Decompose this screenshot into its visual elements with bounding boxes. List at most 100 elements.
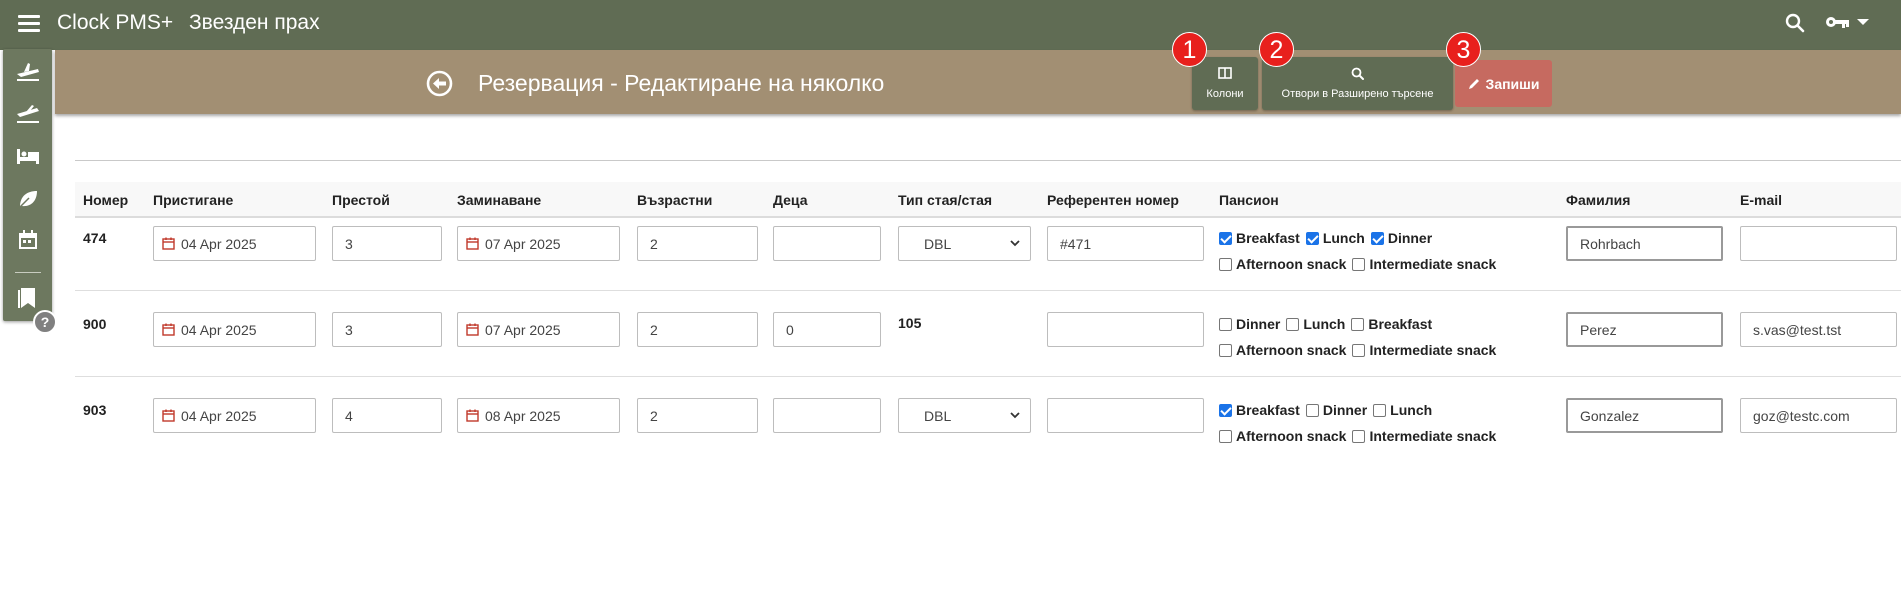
departure-date-field[interactable]: 07 Apr 2025: [457, 226, 620, 261]
email-field[interactable]: goz@testc.com: [1740, 398, 1897, 433]
stay-field[interactable]: 4: [332, 398, 442, 433]
board-checkbox[interactable]: [1219, 403, 1232, 417]
board-option-label: Afternoon snack: [1236, 256, 1347, 272]
departure-date-field[interactable]: 08 Apr 2025: [457, 398, 620, 433]
columns-button[interactable]: Колони: [1192, 57, 1258, 110]
arrival-date-value: 04 Apr 2025: [181, 235, 257, 252]
stay-value: 3: [345, 321, 353, 338]
column-header-reference[interactable]: Референтен номер: [1047, 192, 1179, 208]
board-checkbox[interactable]: [1370, 231, 1384, 245]
board-option[interactable]: Breakfast: [1219, 230, 1300, 246]
board-option[interactable]: Afternoon snack: [1219, 428, 1346, 444]
column-header-departure[interactable]: Заминаване: [457, 192, 541, 208]
surname-value: Perez: [1580, 321, 1617, 338]
email-field[interactable]: s.vas@test.tst: [1740, 312, 1897, 347]
column-header-number[interactable]: Номер: [83, 192, 128, 208]
reference-field[interactable]: [1047, 398, 1204, 433]
board-checkbox[interactable]: [1305, 231, 1319, 245]
room-type-select[interactable]: DBL: [898, 226, 1031, 261]
bed-icon[interactable]: [15, 146, 41, 170]
advanced-search-button[interactable]: Отвори в Разширено търсене: [1262, 57, 1453, 110]
board-option[interactable]: Lunch: [1286, 316, 1345, 332]
board-options: Afternoon snack Intermediate snack: [1219, 428, 1502, 444]
board-checkbox[interactable]: [1286, 317, 1300, 331]
room-type-select[interactable]: DBL: [898, 398, 1031, 433]
board-option-label: Dinner: [1236, 316, 1281, 332]
help-icon[interactable]: ?: [33, 310, 57, 334]
board-checkbox[interactable]: [1219, 231, 1232, 245]
departure-date-value: 08 Apr 2025: [485, 407, 561, 424]
save-button[interactable]: Запиши: [1455, 60, 1552, 107]
departures-icon[interactable]: [15, 102, 41, 126]
board-option[interactable]: Dinner: [1305, 402, 1367, 418]
board-checkbox[interactable]: [1351, 317, 1365, 331]
hamburger-menu-icon[interactable]: [18, 15, 40, 33]
hotel-name[interactable]: Звезден прах: [189, 11, 320, 35]
surname-field[interactable]: Rohrbach: [1566, 226, 1723, 261]
children-field[interactable]: 0: [773, 312, 881, 347]
reference-field[interactable]: [1047, 312, 1204, 347]
board-option[interactable]: Intermediate snack: [1352, 256, 1496, 272]
board-option[interactable]: Dinner: [1219, 316, 1280, 332]
board-option[interactable]: Intermediate snack: [1352, 428, 1496, 444]
board-checkbox[interactable]: [1373, 403, 1387, 417]
board-checkbox[interactable]: [1219, 257, 1232, 271]
column-header-arrival[interactable]: Пристигане: [153, 192, 233, 208]
bookmark-icon[interactable]: [15, 286, 41, 310]
column-header-room-type[interactable]: Тип стая/стая: [898, 192, 992, 208]
board-checkbox[interactable]: [1219, 429, 1232, 443]
board-option[interactable]: Lunch: [1305, 230, 1365, 246]
arrival-date-field[interactable]: 04 Apr 2025: [153, 226, 316, 261]
stay-field[interactable]: 3: [332, 226, 442, 261]
column-header-adults[interactable]: Възрастни: [637, 192, 712, 208]
column-header-stay[interactable]: Престой: [332, 192, 390, 208]
stay-field[interactable]: 3: [332, 312, 442, 347]
board-options: Breakfast Lunch Dinner: [1219, 230, 1438, 246]
board-options: Afternoon snack Intermediate snack: [1219, 256, 1502, 272]
adults-field[interactable]: 2: [637, 226, 758, 261]
arrivals-icon[interactable]: [15, 60, 41, 84]
room-type-value: DBL: [924, 235, 952, 252]
children-field[interactable]: [773, 398, 881, 433]
board-option[interactable]: Lunch: [1373, 402, 1432, 418]
adults-field[interactable]: 2: [637, 398, 758, 433]
column-header-board[interactable]: Пансион: [1219, 192, 1279, 208]
board-option[interactable]: Breakfast: [1219, 402, 1300, 418]
back-arrow-circle-icon[interactable]: [426, 70, 453, 102]
surname-field[interactable]: Perez: [1566, 312, 1723, 347]
chevron-down-icon: [1857, 19, 1869, 25]
calendar-icon: [162, 323, 175, 336]
calendar-icon[interactable]: [15, 229, 41, 253]
board-option[interactable]: Afternoon snack: [1219, 256, 1346, 272]
adults-field[interactable]: 2: [637, 312, 758, 347]
surname-field[interactable]: Gonzalez: [1566, 398, 1723, 433]
leaf-icon[interactable]: [15, 188, 41, 212]
board-options: Dinner Lunch Breakfast: [1219, 316, 1438, 332]
search-icon[interactable]: [1785, 13, 1805, 38]
departure-date-field[interactable]: 07 Apr 2025: [457, 312, 620, 347]
board-option[interactable]: Intermediate snack: [1352, 342, 1496, 358]
arrival-date-field[interactable]: 04 Apr 2025: [153, 312, 316, 347]
surname-value: Gonzalez: [1580, 407, 1640, 424]
board-checkbox[interactable]: [1352, 343, 1366, 357]
page-title: Резервация - Редактиране на няколко: [478, 70, 885, 96]
board-checkbox[interactable]: [1219, 343, 1232, 357]
board-checkbox[interactable]: [1305, 403, 1319, 417]
board-checkbox[interactable]: [1219, 317, 1232, 331]
board-option[interactable]: Breakfast: [1351, 316, 1432, 332]
board-checkbox[interactable]: [1352, 429, 1366, 443]
children-field[interactable]: [773, 226, 881, 261]
column-header-email[interactable]: E-mail: [1740, 192, 1782, 208]
board-checkbox[interactable]: [1352, 257, 1366, 271]
key-icon[interactable]: [1825, 14, 1869, 30]
column-header-children[interactable]: Деца: [773, 192, 808, 208]
room-number: 105: [898, 315, 922, 331]
arrival-date-field[interactable]: 04 Apr 2025: [153, 398, 316, 433]
board-option[interactable]: Afternoon snack: [1219, 342, 1346, 358]
board-option-label: Intermediate snack: [1369, 428, 1497, 444]
column-header-surname[interactable]: Фамилия: [1566, 192, 1630, 208]
email-field[interactable]: [1740, 226, 1897, 261]
save-button-label: Запиши: [1485, 75, 1540, 92]
reference-field[interactable]: #471: [1047, 226, 1204, 261]
board-option[interactable]: Dinner: [1370, 230, 1432, 246]
